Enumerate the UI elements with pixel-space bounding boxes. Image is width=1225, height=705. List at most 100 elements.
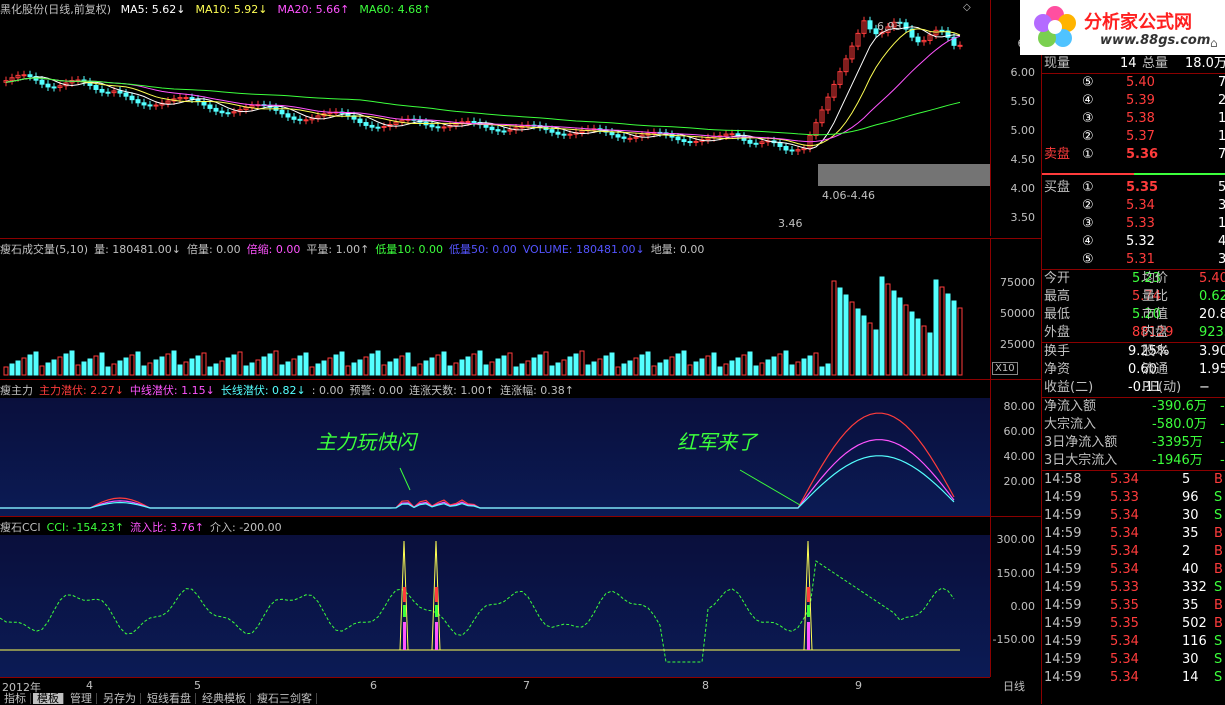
tab-2[interactable]: 管理 [66, 693, 97, 704]
stat-row: 最低5.20市值20.8亿 [1042, 306, 1225, 324]
volume-bar [723, 363, 729, 376]
ma-line [5, 28, 961, 147]
quote-cell: -1946万 [1152, 453, 1203, 468]
tab-3[interactable]: 另存为 [99, 693, 141, 704]
candle [555, 131, 561, 135]
candle [219, 110, 225, 114]
quote-cell: 流通 [1142, 362, 1169, 377]
tick-row: 14:59 5.34 14 S [1042, 669, 1225, 687]
tab-5[interactable]: 经典模板 [198, 693, 251, 704]
volume-bar [885, 283, 891, 376]
quote-cell: 14:59 [1044, 634, 1082, 649]
volume-bar [327, 357, 333, 376]
panel-toggle-icon[interactable]: ⌂ [1210, 36, 1218, 50]
volume-bar [861, 315, 867, 376]
volume-bar [369, 353, 375, 376]
ma-line [5, 35, 961, 143]
volume-bar [477, 350, 483, 376]
quote-cell: -7% [1220, 453, 1225, 468]
quote-cell: 188 [1218, 111, 1225, 126]
volume-bar [39, 365, 45, 376]
quote-cell: 5.34 [1110, 670, 1139, 685]
volume-bars[interactable] [0, 239, 990, 379]
flow-lines[interactable] [0, 380, 990, 516]
stat-row: 换手9.25%股本3.90亿 [1042, 343, 1225, 361]
tab-1[interactable]: 模板 [33, 693, 64, 704]
volume-bar [453, 362, 459, 376]
quote-cell: 148 [1218, 129, 1225, 144]
volume-bar [231, 354, 237, 376]
candle [495, 129, 501, 132]
ask-list: ⑤ 5.40 790 ④ 5.39 247 ③ 5.38 188 ② 5.37 148 卖盘 ① 5.36 7… [1042, 74, 1225, 164]
volume-bar [27, 354, 33, 376]
volume-summary: 现量 14 总量 18.0万 [1042, 55, 1225, 74]
volume-bar [597, 358, 603, 376]
flow-line [0, 412, 955, 509]
candle [753, 142, 759, 145]
candle [189, 97, 195, 100]
quote-cell: B [1214, 526, 1223, 541]
cci-spike-bar [403, 587, 406, 602]
candle [939, 29, 945, 32]
volume-bar [531, 357, 537, 376]
volume-bar [813, 352, 819, 376]
candle [225, 112, 231, 115]
candle [27, 74, 33, 78]
tab-4[interactable]: 短线看盘 [143, 693, 196, 704]
volume-bar [891, 290, 897, 376]
quote-cell: 14:59 [1044, 562, 1082, 577]
stats-list: 今开5.23均价5.40最高5.74量比0.62最低5.20市值20.8亿外盘8… [1042, 270, 1225, 343]
volume-bar [21, 357, 27, 376]
volume-bar [765, 359, 771, 376]
quote-cell: 5.40 [1199, 271, 1225, 286]
volume-bar [489, 361, 495, 376]
candle [501, 130, 507, 133]
quote-cell: 5.38 [1126, 111, 1155, 126]
axis-tick: 60.00 [1003, 425, 1036, 438]
quote-panel: 现量 14 总量 18.0万 ⑤ 5.40 790 ④ 5.39 247 ③ 5.38 188 ②… [1041, 55, 1225, 704]
candle [957, 44, 963, 47]
bottom-tabs: 指标 模板 管理 另存为 短线看盘 经典模板 瘦石三剑客 [0, 693, 319, 704]
low-annotation: 3.46 [778, 217, 803, 230]
quote-cell: 3日大宗流入 [1044, 453, 1118, 468]
cci-axis: 300.00 150.00 0.00 -150.00 [990, 516, 1041, 677]
quote-cell: 最低 [1044, 307, 1071, 322]
date-tick: 9 [855, 679, 862, 692]
volume-bar [519, 363, 525, 376]
quote-cell: 5.39 [1126, 93, 1155, 108]
date-tick: 7 [523, 679, 530, 692]
quote-cell: ② [1082, 129, 1094, 144]
volume-bar [447, 365, 453, 376]
volume-bar [57, 356, 63, 376]
volume-bar [705, 355, 711, 376]
volume-bar [909, 311, 915, 376]
volume-bar [201, 352, 207, 376]
volume-bar [75, 364, 81, 376]
tab-6[interactable]: 瘦石三剑客 [253, 693, 317, 704]
volume-bar [267, 353, 273, 376]
volume-panel[interactable]: 瘦石成交量(5,10) 量: 180481.00↓ 倍量: 0.00 倍缩: 0.00… [0, 238, 990, 379]
candle [51, 86, 57, 89]
cci-spike-bar [403, 605, 406, 617]
cci-panel[interactable]: 瘦石CCI CCI: -154.23↑ 流入比: 3.76↑ 介入: -200.00 [0, 516, 990, 677]
candle [435, 126, 441, 129]
flow-panel[interactable]: 瘦主力 主力潜伏: 2.27↓ 中线潜伏: 1.15↓ 长线潜伏: 0.82↓: 0.… [0, 379, 990, 516]
volume-bar [633, 357, 639, 376]
axis-tick: 0.00 [1010, 600, 1036, 613]
cci-lines[interactable] [0, 517, 990, 677]
period-label[interactable]: 日线 [1003, 678, 1025, 694]
price-panel[interactable]: 黑化股份(日线,前复权) MA5: 5.62↓ MA10: 5.92↓ MA20: … [0, 0, 990, 236]
volume-bar [387, 361, 393, 376]
axis-tick: 4.00 [1010, 182, 1036, 195]
ask-row: 卖盘 ① 5.36 727 [1042, 146, 1225, 164]
candle [213, 107, 219, 112]
volume-bar [795, 361, 801, 376]
volume-bar [285, 361, 291, 376]
quote-cell: 5.36 [1126, 147, 1159, 162]
tab-0[interactable]: 指标 [0, 693, 31, 704]
candle [609, 131, 615, 136]
volume-bar [357, 359, 363, 376]
cci-spike-bar [435, 622, 438, 650]
volume-bar [195, 355, 201, 376]
candle [867, 20, 873, 30]
